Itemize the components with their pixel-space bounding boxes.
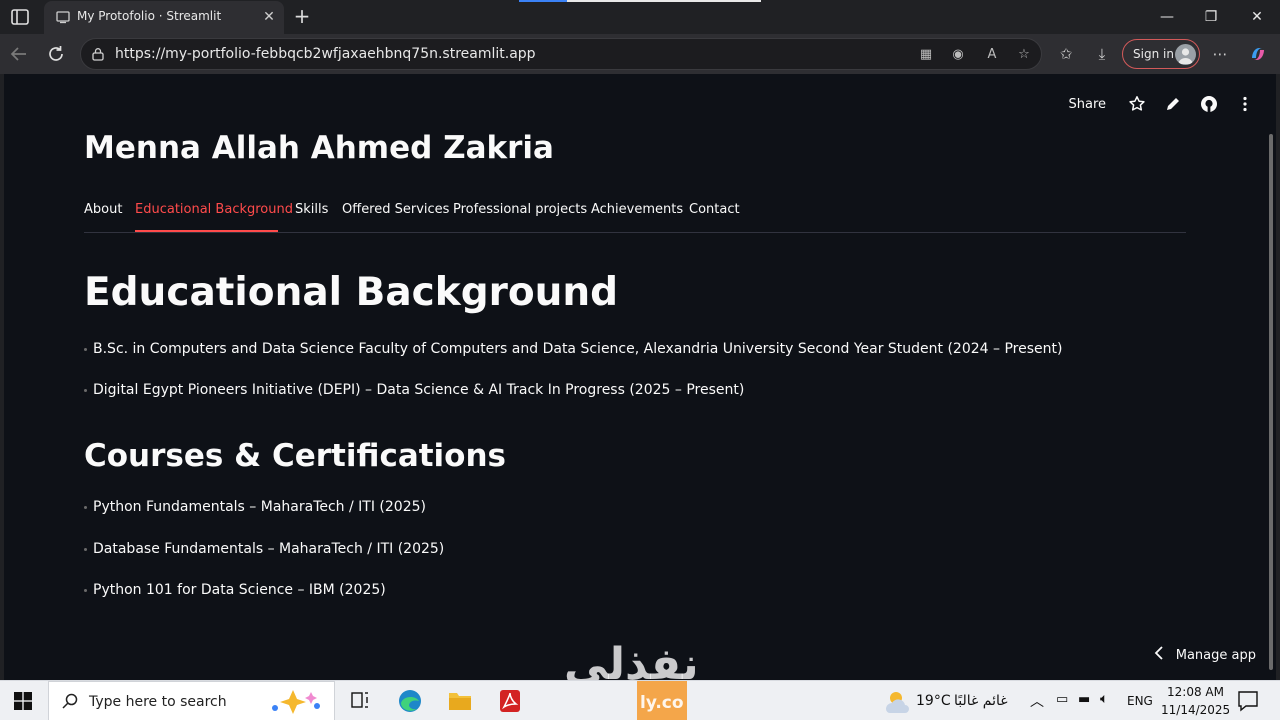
restore-icon[interactable]: ❐ <box>1200 6 1222 28</box>
profile-avatar-icon <box>1175 44 1196 65</box>
loading-strip <box>519 0 761 2</box>
tab-contact[interactable]: Contact <box>689 202 740 217</box>
page-title: Menna Allah Ahmed Zakria <box>84 130 554 166</box>
input-language[interactable]: ENG <box>1127 694 1153 708</box>
read-aloud-icon[interactable]: A <box>983 46 1001 64</box>
bullet-icon <box>84 547 87 551</box>
bullet-icon <box>84 347 87 351</box>
main-menu-icon[interactable] <box>1234 93 1256 115</box>
bullet-icon <box>84 505 87 509</box>
volume-icon[interactable]: 🔈︎ <box>1100 691 1108 707</box>
acrobat-reader-icon[interactable] <box>490 685 530 717</box>
site-info-icon[interactable] <box>91 47 105 61</box>
meet-now-icon[interactable]: ▭ <box>1056 692 1068 707</box>
browser-toolbar: https://my-portfolio-febbqcb2wfjaxaehbnq… <box>0 34 1280 74</box>
github-icon[interactable] <box>1198 93 1220 115</box>
star-icon[interactable] <box>1126 93 1148 115</box>
settings-more-icon[interactable]: ⋯ <box>1210 44 1230 64</box>
battery-icon[interactable]: ▬ <box>1078 692 1090 707</box>
share-button[interactable]: Share <box>1068 97 1106 112</box>
browser-tab-active[interactable]: My Protofolio · Streamlit ✕ <box>44 1 284 34</box>
tab-title: My Protofolio · Streamlit <box>77 9 222 23</box>
page-favicon-icon <box>56 11 70 24</box>
notifications-icon[interactable] <box>1228 685 1268 717</box>
course-item-text: Python Fundamentals – MaharaTech / ITI (… <box>93 499 426 515</box>
file-explorer-icon[interactable] <box>440 685 480 717</box>
search-placeholder: Type here to search <box>89 694 227 710</box>
chevron-left-icon <box>1154 646 1164 664</box>
tab-professional-projects[interactable]: Professional projects <box>453 202 587 217</box>
tab-about[interactable]: About <box>84 202 122 217</box>
tab-offered-services[interactable]: Offered Services <box>342 202 449 217</box>
courses-heading: Courses & Certifications <box>84 438 506 474</box>
close-tab-icon[interactable]: ✕ <box>260 8 278 26</box>
manage-app-button[interactable]: Manage app <box>1154 646 1256 664</box>
edit-pencil-icon[interactable] <box>1162 93 1184 115</box>
weather-temperature[interactable]: 19°C <box>916 693 951 709</box>
app-available-icon[interactable]: ▦ <box>917 46 935 64</box>
search-icon <box>62 693 78 709</box>
tab-actions-icon[interactable] <box>10 7 30 27</box>
windows-taskbar: Type here to search ly.co 19°C غائم غالب… <box>0 680 1280 720</box>
sign-in-label: Sign in <box>1133 47 1174 61</box>
downloads-icon[interactable]: ⤓ <box>1092 44 1112 64</box>
taskbar-search-box[interactable]: Type here to search <box>48 681 335 720</box>
education-item-text: B.Sc. in Computers and Data Science Facu… <box>93 341 1063 357</box>
list-item: Python Fundamentals – MaharaTech / ITI (… <box>84 499 426 515</box>
list-item: Database Fundamentals – MaharaTech / ITI… <box>84 541 444 557</box>
bullet-icon <box>84 588 87 592</box>
scrollbar-thumb[interactable] <box>1269 134 1273 670</box>
task-view-icon[interactable] <box>340 685 380 717</box>
address-bar[interactable]: https://my-portfolio-febbqcb2wfjaxaehbnq… <box>80 38 1042 70</box>
new-tab-icon[interactable]: + <box>292 6 312 26</box>
tracking-prevention-icon[interactable]: ◉ <box>949 46 967 64</box>
weather-description[interactable]: غائم غالبًا <box>954 693 1008 709</box>
list-item: Digital Egypt Pioneers Initiative (DEPI)… <box>84 382 744 398</box>
streamlit-page: Share Menna Allah Ahmed Zakria About Edu… <box>4 74 1276 680</box>
sign-in-button[interactable]: Sign in <box>1122 39 1200 69</box>
windows-start-icon[interactable] <box>14 692 32 710</box>
back-icon[interactable] <box>8 43 30 65</box>
tray-overflow-chevron-icon[interactable]: ︿ <box>1030 691 1044 711</box>
list-item: Python 101 for Data Science – IBM (2025) <box>84 582 386 598</box>
bullet-icon <box>84 388 87 392</box>
watermark-sub-text: ly.co <box>640 693 684 713</box>
edge-browser-icon[interactable] <box>390 685 430 717</box>
app-header-toolbar: Share <box>1068 92 1256 116</box>
course-item-text: Python 101 for Data Science – IBM (2025) <box>93 582 386 598</box>
favorite-star-icon[interactable]: ☆ <box>1015 46 1033 64</box>
active-tab-indicator <box>135 230 278 232</box>
clock-time[interactable]: 12:08 AM <box>1167 685 1224 699</box>
watermark-text: نفذلي <box>564 639 699 680</box>
favorites-icon[interactable]: ✩ <box>1056 44 1076 64</box>
tab-educational-background[interactable]: Educational Background <box>135 202 293 217</box>
minimize-icon[interactable]: — <box>1156 6 1178 28</box>
clock-date[interactable]: 11/14/2025 <box>1161 703 1230 717</box>
refresh-icon[interactable] <box>45 43 67 65</box>
url-text: https://my-portfolio-febbqcb2wfjaxaehbnq… <box>115 46 536 62</box>
manage-app-label: Manage app <box>1175 647 1256 663</box>
education-item-text: Digital Egypt Pioneers Initiative (DEPI)… <box>93 382 745 398</box>
section-tabs: About Educational Background Skills Offe… <box>84 200 1186 233</box>
browser-titlebar: My Protofolio · Streamlit ✕ + — ❐ ✕ <box>0 0 1280 34</box>
tab-achievements[interactable]: Achievements <box>591 202 683 217</box>
search-highlight-icon <box>272 690 320 714</box>
course-item-text: Database Fundamentals – MaharaTech / ITI… <box>93 541 445 557</box>
page-scrollbar[interactable] <box>1266 74 1276 680</box>
close-window-icon[interactable]: ✕ <box>1246 6 1268 28</box>
list-item: B.Sc. in Computers and Data Science Facu… <box>84 341 1062 357</box>
copilot-icon[interactable] <box>1248 44 1268 64</box>
weather-cloud-icon[interactable] <box>876 685 916 717</box>
education-heading: Educational Background <box>84 270 619 315</box>
tab-skills[interactable]: Skills <box>295 202 328 217</box>
